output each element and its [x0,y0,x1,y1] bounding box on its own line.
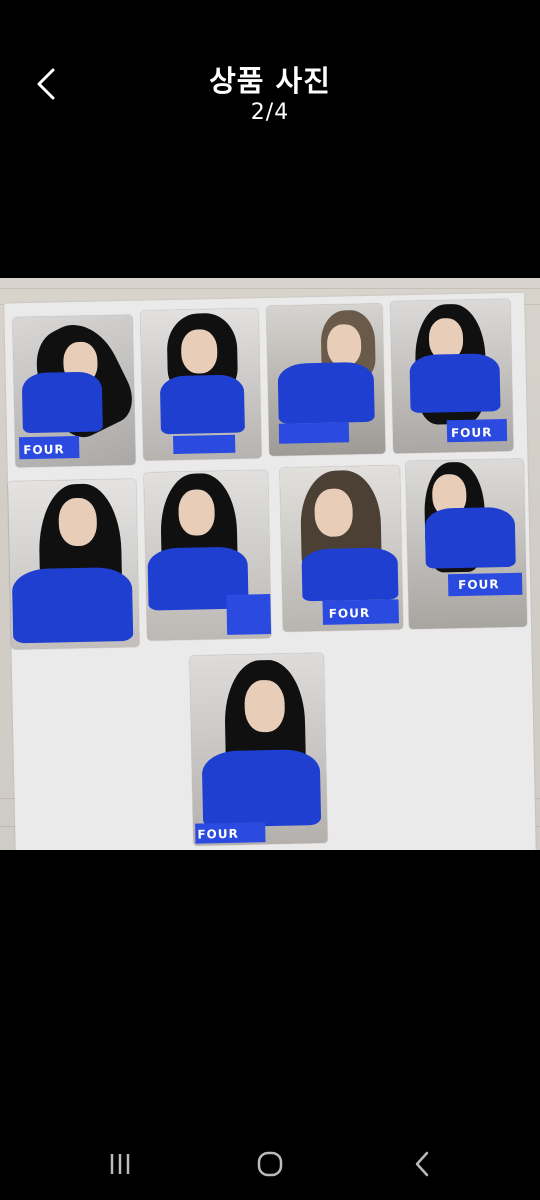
photocard [143,470,272,641]
photocard [266,303,386,456]
photocard-sheet: FOUR FOUR FOUR FOUR FOUR [4,292,536,850]
photocard [140,308,262,461]
photocard: FOUR [279,465,404,632]
system-back-button[interactable] [392,1144,452,1184]
back-icon [415,1151,429,1177]
home-icon [257,1151,283,1177]
photocard: FOUR [189,652,328,846]
photocard: FOUR [390,298,514,454]
photocard: FOUR [405,458,528,630]
image-counter: 2/4 [250,100,290,125]
product-photo-viewer: 상품 사진 2/4 FOUR FOUR FOUR FOUR FOUR [0,0,540,1200]
home-button[interactable] [240,1144,300,1184]
system-navigation-bar [0,1130,540,1200]
page-title: 상품 사진 [209,64,331,98]
recents-button[interactable] [90,1144,150,1184]
photocard [7,478,140,650]
photocard: FOUR [12,314,136,468]
header: 상품 사진 2/4 [0,0,540,150]
product-photo[interactable]: FOUR FOUR FOUR FOUR FOUR [0,278,540,850]
recents-icon [110,1154,130,1174]
